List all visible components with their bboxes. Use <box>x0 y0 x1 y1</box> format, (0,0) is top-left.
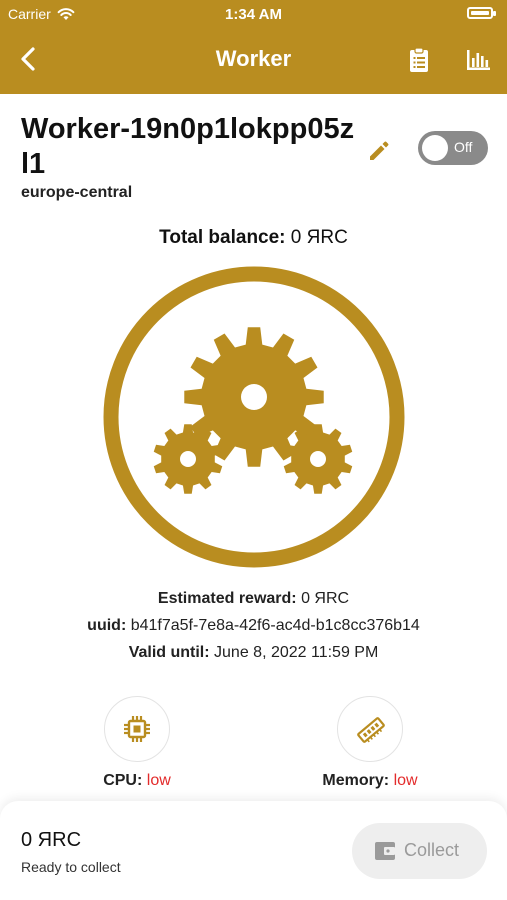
uuid-label: uuid: <box>87 617 127 634</box>
small-gear-right-icon <box>283 424 353 494</box>
battery-level <box>471 11 489 15</box>
valid-until-value: June 8, 2022 11:59 PM <box>214 644 379 661</box>
status-bar: Carrier 1:34 AM <box>0 0 507 28</box>
gear-hole <box>180 451 196 467</box>
memory-status: Memory: low <box>290 772 450 790</box>
worker-name: Worker-19n0p1lokpp05zl1 <box>21 113 355 180</box>
toggle-knob <box>422 135 448 161</box>
small-gear-left-icon <box>153 424 223 494</box>
status-time: 1:34 AM <box>225 6 282 23</box>
total-balance-value: 0 ЯRC <box>290 227 348 248</box>
total-balance: Total balance: 0 ЯRC <box>0 227 507 249</box>
worker-region: europe-central <box>21 184 133 201</box>
memory-indicator <box>337 696 403 762</box>
valid-until-label: Valid until: <box>128 644 210 661</box>
statistics-button[interactable] <box>464 47 492 73</box>
toggle-label: Off <box>454 139 473 155</box>
collect-amount: 0 ЯRC <box>21 829 82 851</box>
cpu-status: CPU: low <box>57 772 217 790</box>
memory-stick-icon <box>357 717 385 743</box>
battery-icon <box>467 7 496 19</box>
collect-button[interactable]: Collect <box>352 823 487 879</box>
gear-hole <box>241 384 267 410</box>
bar-chart-icon <box>467 50 490 70</box>
cpu-indicator <box>104 696 170 762</box>
nav-bar: Worker <box>0 28 507 94</box>
wallet-icon <box>375 842 395 860</box>
estimated-reward-label: Estimated reward: <box>157 590 297 607</box>
memory-value: low <box>393 772 418 789</box>
app-header: Carrier 1:34 AM Worker <box>0 0 507 94</box>
gears-icon <box>153 327 353 494</box>
gears-emblem <box>103 266 405 568</box>
pencil-icon <box>370 141 389 160</box>
uuid-value: b41f7a5f-7e8a-42f6-ac4d-b1c8cc376b14 <box>130 617 420 634</box>
clipboard-icon <box>410 47 428 72</box>
cpu-chip-icon <box>124 716 150 742</box>
collect-label: Collect <box>404 840 460 860</box>
worker-uuid: uuid: b41f7a5f-7e8a-42f6-ac4d-b1c8cc376b… <box>0 617 507 635</box>
collect-subtitle: Ready to collect <box>21 859 121 875</box>
memory-label: Memory: <box>322 772 390 789</box>
cpu-label: CPU: <box>103 772 143 789</box>
edit-name-button[interactable] <box>366 136 394 164</box>
clipboard-button[interactable] <box>405 46 433 74</box>
worker-power-toggle[interactable]: Off <box>418 131 488 165</box>
valid-until: Valid until: June 8, 2022 11:59 PM <box>0 644 507 662</box>
gear-hole <box>310 451 326 467</box>
total-balance-label: Total balance: <box>159 227 286 248</box>
cpu-value: low <box>146 772 171 789</box>
estimated-reward: Estimated reward: 0 ЯRC <box>0 590 507 608</box>
collect-panel: 0 ЯRC Ready to collect Collect <box>0 801 507 900</box>
estimated-reward-value: 0 ЯRC <box>301 590 350 607</box>
